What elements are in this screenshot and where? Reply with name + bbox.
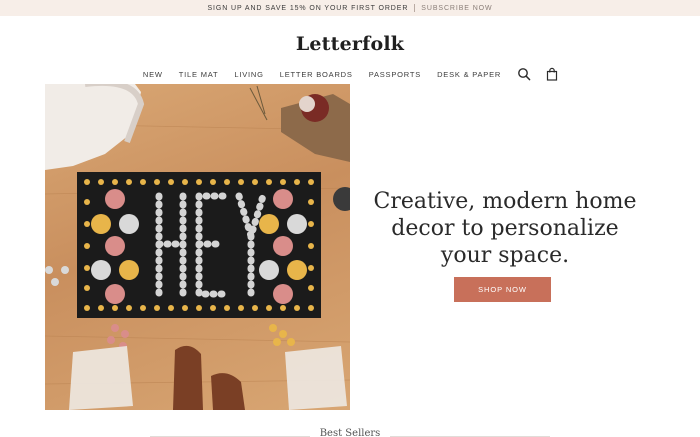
main-nav: NEW TILE MAT LIVING LETTER BOARDS PASSPO…: [0, 66, 700, 82]
promo-divider: [414, 4, 416, 12]
search-icon[interactable]: [517, 67, 531, 81]
promo-bar: SIGN UP AND SAVE 15% ON YOUR FIRST ORDER…: [0, 0, 700, 16]
section-title: Best Sellers: [319, 428, 381, 437]
hero-headline: Creative, modern home decor to personali…: [360, 188, 650, 269]
subscribe-link[interactable]: SUBSCRIBE NOW: [421, 5, 492, 12]
best-sellers-section: Best Sellers: [0, 428, 700, 437]
bag-icon[interactable]: [545, 67, 559, 81]
nav-item-living[interactable]: LIVING: [234, 70, 263, 79]
nav-item-new[interactable]: NEW: [143, 70, 163, 79]
nav-item-desk-paper[interactable]: DESK & PAPER: [437, 70, 501, 79]
hero-image: [45, 84, 350, 410]
hero-headline-line3: your space.: [440, 243, 570, 268]
brand-logo[interactable]: Letterfolk: [0, 33, 700, 55]
nav-item-tile-mat[interactable]: TILE MAT: [179, 70, 219, 79]
promo-message: SIGN UP AND SAVE 15% ON YOUR FIRST ORDER: [207, 4, 409, 12]
nav-item-letter-boards[interactable]: LETTER BOARDS: [280, 70, 353, 79]
shop-now-button[interactable]: SHOP NOW: [454, 277, 551, 302]
hero-headline-line2: decor to personalize: [391, 216, 619, 241]
hero-headline-line1: Creative, modern home: [373, 189, 637, 214]
nav-item-passports[interactable]: PASSPORTS: [369, 70, 421, 79]
hero-illustration: [45, 84, 350, 410]
